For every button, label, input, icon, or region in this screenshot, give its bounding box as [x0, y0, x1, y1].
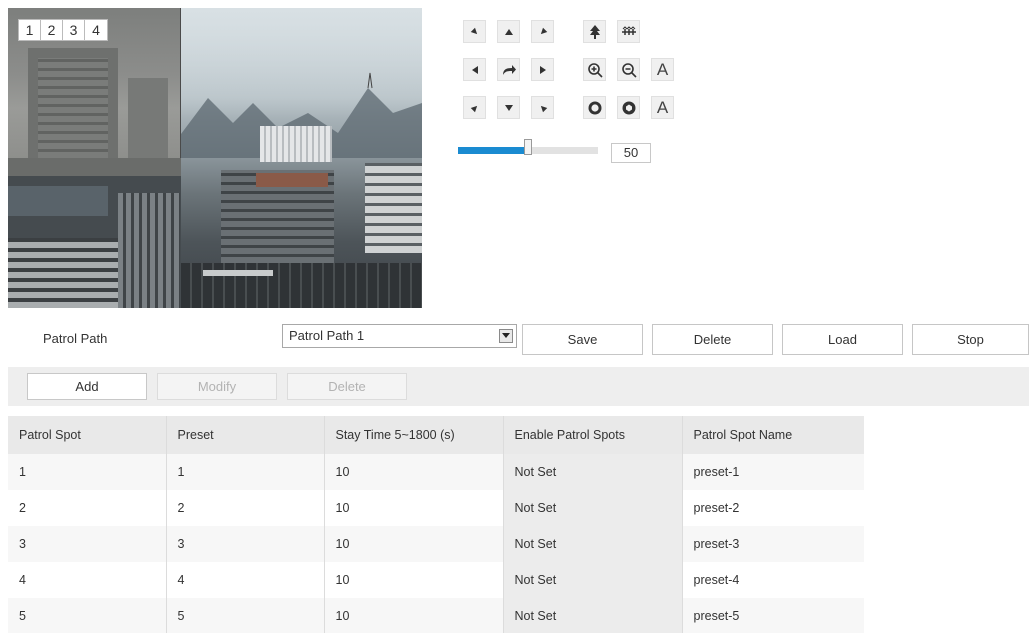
cell-enable: Not Set — [503, 490, 683, 526]
ptz-speed-value: 50 — [611, 143, 651, 163]
ptz-up-left-icon[interactable] — [463, 20, 486, 43]
cell-stay-time: 10 — [324, 526, 504, 562]
delete-path-button[interactable]: Delete — [652, 324, 773, 355]
add-spot-button[interactable]: Add — [27, 373, 147, 400]
table-header-row: Patrol Spot Preset Stay Time 5~1800 (s) … — [8, 416, 864, 454]
zoom-in-icon[interactable] — [583, 58, 606, 81]
cell-enable: Not Set — [503, 562, 683, 598]
zoom-auto-label[interactable]: A — [651, 58, 674, 81]
cell-patrol-spot: 1 — [8, 454, 167, 490]
column-header-stay-time: Stay Time 5~1800 (s) — [324, 416, 504, 454]
column-header-patrol-spot-name: Patrol Spot Name — [682, 416, 864, 454]
chevron-down-icon[interactable] — [499, 329, 513, 343]
ptz-down-icon[interactable] — [497, 96, 520, 119]
cell-spot-name: preset-5 — [682, 598, 864, 633]
live-video-preview[interactable]: 1 2 3 4 — [8, 8, 422, 308]
video-split-selector[interactable]: 1 2 3 4 — [18, 19, 108, 41]
save-button[interactable]: Save — [522, 324, 643, 355]
column-header-patrol-spot: Patrol Spot — [8, 416, 167, 454]
cell-stay-time: 10 — [324, 490, 504, 526]
iris-close-icon[interactable] — [617, 96, 640, 119]
patrol-path-select[interactable]: Patrol Path 1 — [282, 324, 517, 348]
table-row[interactable]: 3 3 10 Not Set preset-3 — [8, 526, 864, 562]
table-row[interactable]: 1 1 10 Not Set preset-1 — [8, 454, 864, 490]
ptz-auto-icon[interactable] — [497, 58, 520, 81]
cell-spot-name: preset-4 — [682, 562, 864, 598]
ptz-right-icon[interactable] — [531, 58, 554, 81]
patrol-spot-toolbar: Add Modify Delete — [8, 367, 1029, 406]
focus-far-icon[interactable] — [617, 20, 640, 43]
cell-enable: Not Set — [503, 454, 683, 490]
ptz-speed-thumb[interactable] — [524, 139, 532, 155]
cell-patrol-spot: 4 — [8, 562, 167, 598]
cell-stay-time: 10 — [324, 562, 504, 598]
cell-spot-name: preset-1 — [682, 454, 864, 490]
patrol-path-selected: Patrol Path 1 — [289, 328, 365, 343]
column-header-preset: Preset — [166, 416, 325, 454]
ptz-speed-fill — [458, 147, 528, 154]
table-row[interactable]: 2 2 10 Not Set preset-2 — [8, 490, 864, 526]
delete-spot-button[interactable]: Delete — [287, 373, 407, 400]
cell-patrol-spot: 5 — [8, 598, 167, 633]
iris-open-icon[interactable] — [583, 96, 606, 119]
split-button-3[interactable]: 3 — [63, 20, 85, 40]
ptz-down-right-icon[interactable] — [531, 96, 554, 119]
cell-spot-name: preset-3 — [682, 526, 864, 562]
cell-stay-time: 10 — [324, 598, 504, 633]
cell-spot-name: preset-2 — [682, 490, 864, 526]
ptz-down-left-icon[interactable] — [463, 96, 486, 119]
modify-spot-button[interactable]: Modify — [157, 373, 277, 400]
cell-enable: Not Set — [503, 598, 683, 633]
cell-preset: 1 — [166, 454, 325, 490]
stop-button[interactable]: Stop — [912, 324, 1029, 355]
ptz-left-icon[interactable] — [463, 58, 486, 81]
cell-preset: 2 — [166, 490, 325, 526]
cell-patrol-spot: 3 — [8, 526, 167, 562]
cell-enable: Not Set — [503, 526, 683, 562]
table-row[interactable]: 5 5 10 Not Set preset-5 — [8, 598, 864, 633]
cell-preset: 5 — [166, 598, 325, 633]
focus-near-icon[interactable] — [583, 20, 606, 43]
split-button-1[interactable]: 1 — [19, 20, 41, 40]
cell-preset: 4 — [166, 562, 325, 598]
cell-patrol-spot: 2 — [8, 490, 167, 526]
ptz-up-right-icon[interactable] — [531, 20, 554, 43]
cell-preset: 3 — [166, 526, 325, 562]
ptz-up-icon[interactable] — [497, 20, 520, 43]
zoom-out-icon[interactable] — [617, 58, 640, 81]
cell-stay-time: 10 — [324, 454, 504, 490]
column-header-enable-patrol-spots: Enable Patrol Spots — [503, 416, 683, 454]
split-button-2[interactable]: 2 — [41, 20, 63, 40]
iris-auto-label[interactable]: A — [651, 96, 674, 119]
table-row[interactable]: 4 4 10 Not Set preset-4 — [8, 562, 864, 598]
patrol-path-label: Patrol Path — [43, 331, 108, 346]
patrol-spot-table: Patrol Spot Preset Stay Time 5~1800 (s) … — [8, 416, 864, 633]
split-button-4[interactable]: 4 — [85, 20, 107, 40]
load-button[interactable]: Load — [782, 324, 903, 355]
